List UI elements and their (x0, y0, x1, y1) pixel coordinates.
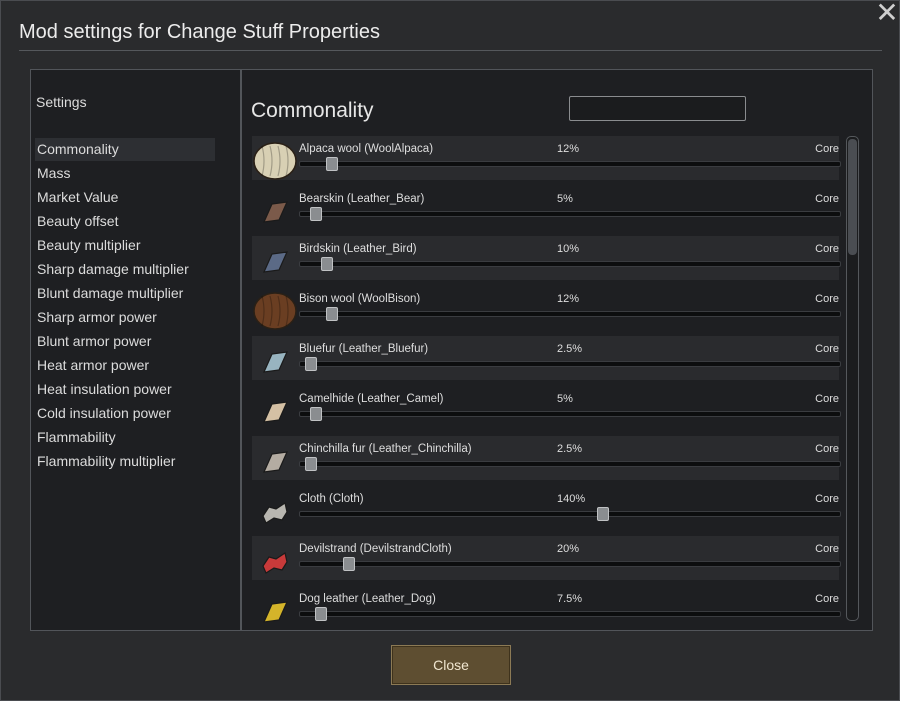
sidebar-item-mass[interactable]: Mass (35, 162, 215, 185)
commonality-slider[interactable] (299, 157, 841, 171)
sidebar-item-commonality[interactable]: Commonality (35, 138, 215, 161)
row-value: 2.5% (557, 343, 583, 355)
leather-icon (252, 190, 298, 230)
row-source: Core (815, 393, 839, 405)
commonality-slider[interactable] (299, 557, 841, 571)
close-icon[interactable]: ✕ (874, 0, 900, 27)
stuff-row: Bison wool (WoolBison) 12% Core (252, 286, 841, 330)
row-label: Cloth (Cloth) (299, 493, 364, 505)
row-label: Birdskin (Leather_Bird) (299, 243, 417, 255)
row-source: Core (815, 543, 839, 555)
commonality-slider[interactable] (299, 507, 841, 521)
sidebar-item-flammability[interactable]: Flammability (35, 426, 215, 449)
leather-icon (252, 440, 298, 480)
leather-icon (252, 390, 298, 430)
stuff-row: Chinchilla fur (Leather_Chinchilla) 2.5% C… (252, 436, 841, 480)
sidebar-item-sharp-damage-multiplier[interactable]: Sharp damage multiplier (35, 258, 215, 281)
row-value: 5% (557, 393, 573, 405)
close-button[interactable]: Close (391, 645, 511, 685)
row-source: Core (815, 243, 839, 255)
slider-thumb[interactable] (310, 407, 323, 421)
row-source: Core (815, 493, 839, 505)
sidebar-item-beauty-offset[interactable]: Beauty offset (35, 210, 215, 233)
slider-thumb[interactable] (320, 257, 333, 271)
title-divider (19, 50, 882, 51)
row-label: Alpaca wool (WoolAlpaca) (299, 143, 434, 155)
cloth-icon (252, 540, 298, 580)
slider-thumb[interactable] (325, 157, 338, 171)
leather-icon (252, 590, 298, 630)
stuff-list: Alpaca wool (WoolAlpaca) 12% Core Bearskin … (242, 136, 872, 630)
stuff-row: Bluefur (Leather_Bluefur) 2.5% Core (252, 336, 841, 380)
row-source: Core (815, 143, 839, 155)
search-input[interactable] (569, 96, 746, 121)
row-source: Core (815, 193, 839, 205)
slider-thumb[interactable] (305, 457, 318, 471)
stuff-row: Birdskin (Leather_Bird) 10% Core (252, 236, 841, 280)
row-value: 2.5% (557, 443, 583, 455)
settings-sidebar: Settings Commonality Mass Market Value Beau… (30, 69, 241, 631)
leather-icon (252, 340, 298, 380)
sidebar-item-market-value[interactable]: Market Value (35, 186, 215, 209)
sidebar-item-blunt-armor-power[interactable]: Blunt armor power (35, 330, 215, 353)
sidebar-item-blunt-damage-multiplier[interactable]: Blunt damage multiplier (35, 282, 215, 305)
commonality-slider[interactable] (299, 257, 841, 271)
row-value: 140% (557, 493, 586, 505)
row-value: 10% (557, 243, 580, 255)
slider-thumb[interactable] (325, 307, 338, 321)
row-source: Core (815, 293, 839, 305)
commonality-slider[interactable] (299, 307, 841, 321)
panel-title: Commonality (251, 99, 374, 122)
slider-thumb[interactable] (596, 507, 609, 521)
row-value: 7.5% (557, 593, 583, 605)
row-source: Core (815, 593, 839, 605)
sidebar-item-heat-insulation-power[interactable]: Heat insulation power (35, 378, 215, 401)
sidebar-item-sharp-armor-power[interactable]: Sharp armor power (35, 306, 215, 329)
wool-icon (252, 140, 298, 180)
commonality-slider[interactable] (299, 457, 841, 471)
leather-icon (252, 240, 298, 280)
sidebar-heading: Settings (36, 94, 87, 110)
stuff-row: Camelhide (Leather_Camel) 5% Core (252, 386, 841, 430)
row-label: Bison wool (WoolBison) (299, 293, 421, 305)
settings-panel: Commonality Alpaca wool (WoolAlpaca) 12% C… (241, 69, 873, 631)
row-label: Dog leather (Leather_Dog) (299, 593, 436, 605)
slider-thumb[interactable] (343, 557, 356, 571)
commonality-slider[interactable] (299, 607, 841, 621)
row-value: 12% (557, 293, 580, 305)
sidebar-item-beauty-multiplier[interactable]: Beauty multiplier (35, 234, 215, 257)
commonality-slider[interactable] (299, 357, 841, 371)
row-value: 5% (557, 193, 573, 205)
slider-thumb[interactable] (310, 207, 323, 221)
slider-thumb[interactable] (314, 607, 327, 621)
stuff-row: Bearskin (Leather_Bear) 5% Core (252, 186, 841, 230)
row-value: 20% (557, 543, 580, 555)
slider-thumb[interactable] (305, 357, 318, 371)
row-label: Chinchilla fur (Leather_Chinchilla) (299, 443, 472, 455)
row-value: 12% (557, 143, 580, 155)
stuff-row: Alpaca wool (WoolAlpaca) 12% Core (252, 136, 841, 180)
commonality-slider[interactable] (299, 407, 841, 421)
scrollbar-thumb[interactable] (848, 139, 857, 255)
wool-icon (252, 290, 298, 330)
sidebar-item-cold-insulation-power[interactable]: Cold insulation power (35, 402, 215, 425)
stuff-row: Devilstrand (DevilstrandCloth) 20% Core (252, 536, 841, 580)
stuff-row: Cloth (Cloth) 140% Core (252, 486, 841, 530)
list-scrollbar[interactable] (846, 136, 859, 621)
row-label: Bearskin (Leather_Bear) (299, 193, 425, 205)
window-title: Mod settings for Change Stuff Properties (19, 21, 380, 43)
stuff-row: Dog leather (Leather_Dog) 7.5% Core (252, 586, 841, 630)
row-source: Core (815, 343, 839, 355)
row-label: Devilstrand (DevilstrandCloth) (299, 543, 452, 555)
sidebar-item-flammability-multiplier[interactable]: Flammability multiplier (35, 450, 215, 473)
sidebar-item-heat-armor-power[interactable]: Heat armor power (35, 354, 215, 377)
row-label: Bluefur (Leather_Bluefur) (299, 343, 429, 355)
cloth-icon (252, 490, 298, 530)
mod-settings-window: Mod settings for Change Stuff Properties… (0, 0, 900, 701)
row-label: Camelhide (Leather_Camel) (299, 393, 444, 405)
commonality-slider[interactable] (299, 207, 841, 221)
row-source: Core (815, 443, 839, 455)
